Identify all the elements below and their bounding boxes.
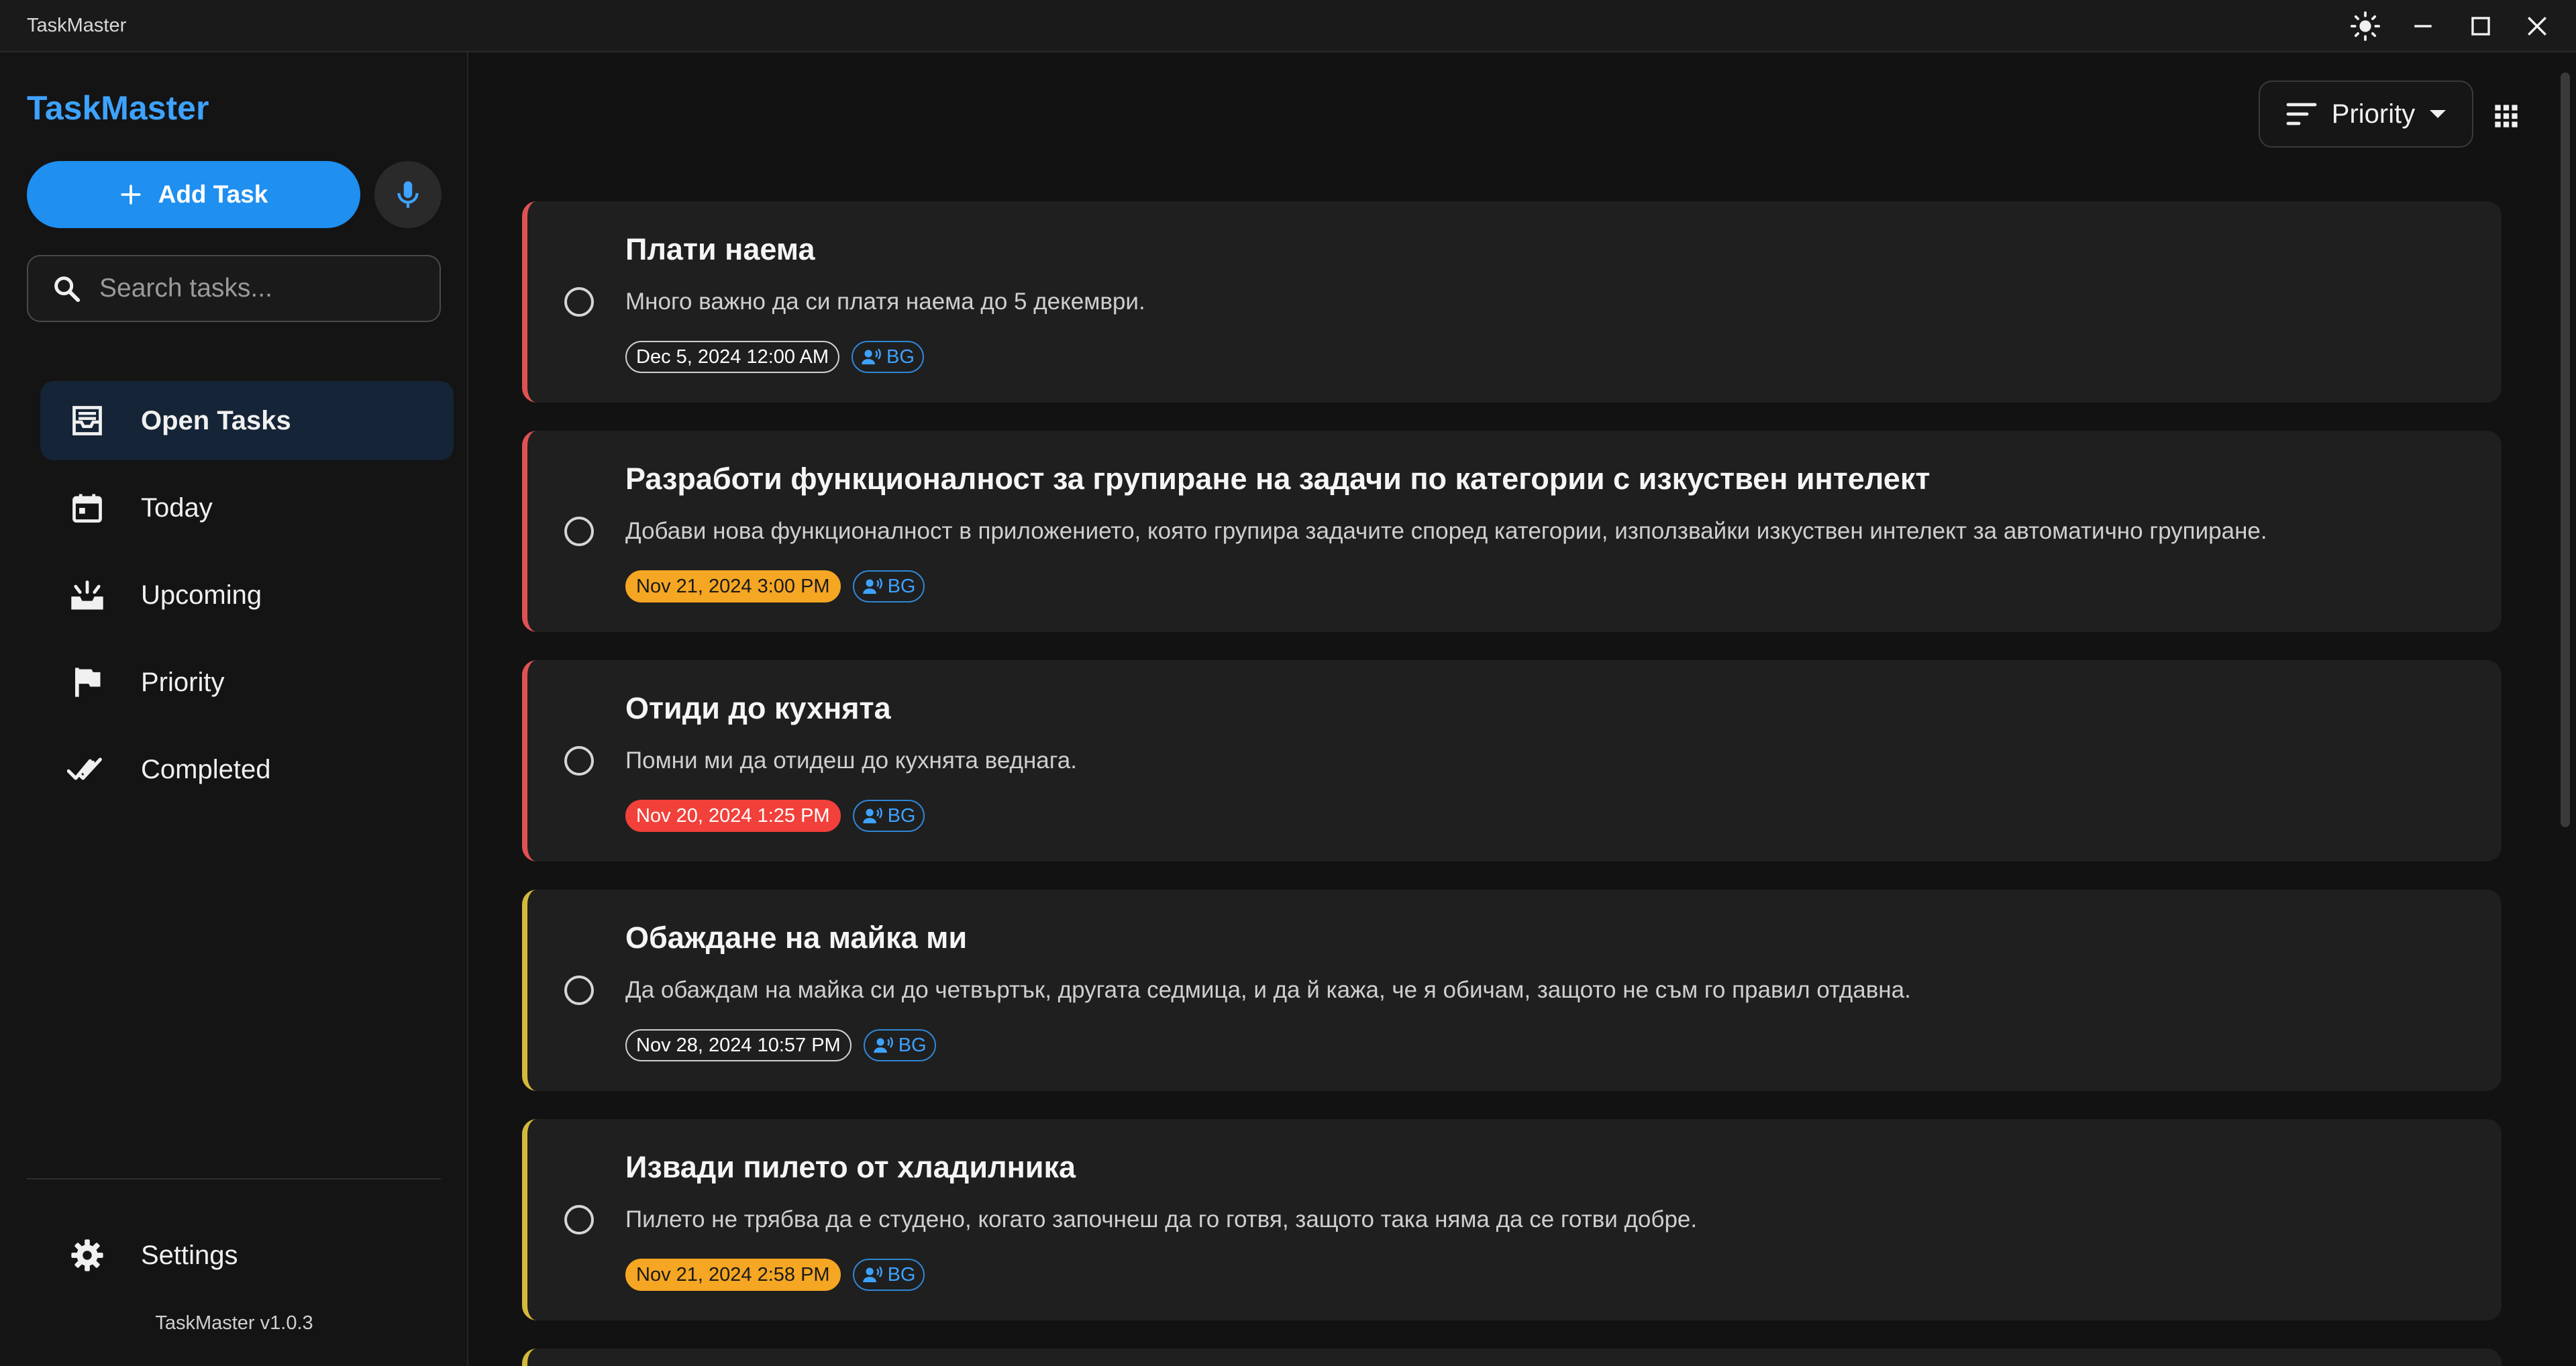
microphone-icon [397, 181, 419, 208]
search-box[interactable] [27, 255, 441, 322]
task-language-label: BG [898, 1034, 927, 1056]
sort-icon [2286, 103, 2317, 125]
task-language-label: BG [887, 575, 916, 597]
nav-item-today[interactable]: Today [40, 468, 454, 547]
task-card[interactable]: Обаждане на майка ми Да обаждам на майка… [522, 890, 2502, 1091]
voice-person-icon [862, 578, 882, 594]
nav-item-completed[interactable]: Completed [40, 730, 454, 809]
plus-icon [121, 185, 141, 205]
nav-item-label: Open Tasks [141, 405, 291, 435]
voice-person-icon [862, 1266, 882, 1283]
nav-item-upcoming[interactable]: Upcoming [40, 556, 454, 635]
task-due-date-chip: Nov 20, 2024 1:25 PM [625, 800, 841, 832]
task-title: Отиди до кухнята [625, 691, 891, 725]
upcoming-icon [67, 575, 107, 615]
task-language-chip: BG [852, 800, 925, 832]
sort-dropdown[interactable]: Priority [2259, 81, 2473, 148]
brand-logo: TaskMaster [27, 89, 209, 127]
task-complete-checkbox[interactable] [564, 1205, 594, 1234]
nav-item-label: Today [141, 492, 213, 523]
nav-item-label: Upcoming [141, 580, 262, 610]
task-language-chip: BG [852, 570, 925, 602]
task-description: Много важно да си платя наема до 5 декем… [625, 288, 1145, 315]
theme-toggle-sun-icon[interactable] [2342, 9, 2389, 43]
title-bar: TaskMaster [0, 0, 2576, 52]
add-task-label: Add Task [158, 180, 268, 208]
task-language-chip: BG [851, 341, 924, 373]
task-title: Обаждане на майка ми [625, 921, 968, 955]
nav-item-label: Priority [141, 667, 225, 697]
nav-item-settings[interactable]: Settings [40, 1216, 454, 1295]
app-version: TaskMaster v1.0.3 [155, 1312, 313, 1334]
voice-person-icon [862, 807, 882, 824]
task-language-chip: BG [863, 1029, 936, 1061]
task-language-label: BG [886, 346, 915, 368]
task-card[interactable]: Отиди до кухнята Помни ми да отидеш до к… [522, 660, 2502, 861]
voice-person-icon [873, 1037, 893, 1053]
scrollbar-thumb[interactable] [2561, 72, 2570, 827]
sidebar-divider [27, 1178, 441, 1179]
maximize-icon[interactable] [2457, 9, 2504, 43]
task-due-date-chip: Nov 21, 2024 3:00 PM [625, 570, 841, 602]
sidebar: TaskMaster Add Task Open Tasks Today Upc… [0, 52, 468, 1366]
flag-icon [67, 662, 107, 702]
task-complete-checkbox[interactable] [564, 517, 594, 546]
close-icon[interactable] [2514, 9, 2561, 43]
task-description: Добави нова функционалност в приложениет… [625, 518, 2267, 544]
task-card[interactable]: Разработи функционалност за групиране на… [522, 431, 2502, 632]
task-language-label: BG [887, 1263, 916, 1285]
search-icon [54, 276, 81, 303]
nav-item-label: Completed [141, 754, 271, 784]
chevron-down-icon [2430, 110, 2446, 118]
task-card-partial[interactable] [522, 1349, 2502, 1366]
task-language-chip: BG [852, 1259, 925, 1291]
task-title: Разработи функционалност за групиране на… [625, 462, 1930, 496]
task-complete-checkbox[interactable] [564, 746, 594, 776]
task-due-date-chip: Dec 5, 2024 12:00 AM [625, 341, 839, 373]
gear-icon [67, 1235, 107, 1275]
task-due-date-chip: Nov 21, 2024 2:58 PM [625, 1259, 841, 1291]
task-description: Помни ми да отидеш до кухнята веднага. [625, 747, 1077, 774]
minimize-icon[interactable] [2400, 9, 2446, 43]
main-content: Priority Плати наема Много важно да си п… [468, 52, 2576, 1366]
calendar-icon [67, 488, 107, 528]
task-card[interactable]: Плати наема Много важно да си платя наем… [522, 201, 2502, 403]
voice-input-button[interactable] [374, 161, 442, 228]
task-complete-checkbox[interactable] [564, 976, 594, 1005]
add-task-button[interactable]: Add Task [27, 161, 360, 228]
task-due-date-chip: Nov 28, 2024 10:57 PM [625, 1029, 852, 1061]
window-title: TaskMaster [27, 15, 127, 36]
task-title: Извади пилето от хладилника [625, 1150, 1076, 1184]
task-language-label: BG [887, 804, 916, 827]
search-input[interactable] [98, 273, 423, 304]
nav-item-priority[interactable]: Priority [40, 643, 454, 722]
nav-item-open-tasks[interactable]: Open Tasks [40, 381, 454, 460]
inbox-icon [67, 401, 107, 441]
task-title: Плати наема [625, 232, 815, 266]
view-toggle-grid-icon[interactable] [2483, 93, 2530, 140]
task-complete-checkbox[interactable] [564, 287, 594, 317]
done-all-icon [67, 749, 107, 790]
sort-label: Priority [2331, 99, 2416, 129]
task-description: Да обаждам на майка си до четвъртък, дру… [625, 977, 1911, 1003]
voice-person-icon [862, 348, 881, 365]
task-card[interactable]: Извади пилето от хладилника Пилето не тр… [522, 1119, 2502, 1320]
task-description: Пилето не трябва да е студено, когато за… [625, 1206, 1698, 1232]
nav-item-label: Settings [141, 1240, 238, 1270]
